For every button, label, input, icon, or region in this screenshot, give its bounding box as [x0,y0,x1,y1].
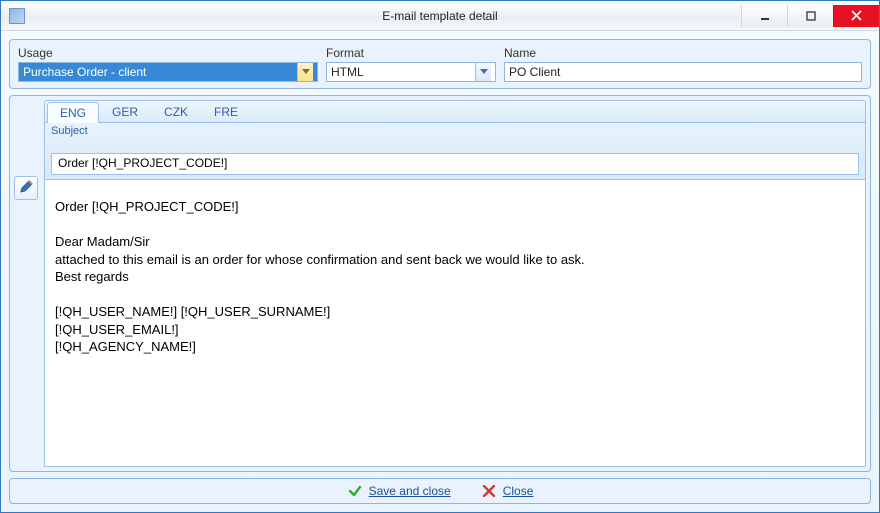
usage-field: Usage Purchase Order - client [18,46,318,82]
format-select[interactable]: HTML [326,62,496,82]
check-icon [347,483,363,499]
usage-select[interactable]: Purchase Order - client [18,62,318,82]
footer-bar: Save and close Close [9,478,871,504]
name-input[interactable]: PO Client [504,62,862,82]
pencil-icon [19,180,33,197]
toolbar-spacer [14,100,40,174]
minimize-button[interactable] [741,5,787,27]
editor-main: ENG GER CZK FRE Subject Order [!QH_PROJE… [44,100,866,467]
titlebar: E-mail template detail [1,1,879,31]
subject-value: Order [!QH_PROJECT_CODE!] [58,156,227,170]
language-tabs: ENG GER CZK FRE [44,100,866,122]
x-icon [481,483,497,499]
tab-ger[interactable]: GER [99,101,151,122]
side-toolbar [14,100,40,467]
format-value: HTML [331,65,364,79]
template-fields-panel: Usage Purchase Order - client Format HTM… [9,39,871,89]
format-label: Format [326,46,496,60]
save-label: Save and close [369,484,451,498]
name-label: Name [504,46,862,60]
usage-label: Usage [18,46,318,60]
close-label: Close [503,484,534,498]
tab-eng[interactable]: ENG [47,102,99,123]
app-icon [9,8,25,24]
name-value: PO Client [509,65,560,79]
close-button[interactable]: Close [481,483,534,499]
format-field: Format HTML [326,46,496,82]
editor-panel: ENG GER CZK FRE Subject Order [!QH_PROJE… [9,95,871,472]
tab-czk[interactable]: CZK [151,101,201,122]
dropdown-icon [475,63,491,81]
save-and-close-button[interactable]: Save and close [347,483,451,499]
subject-label: Subject [51,125,859,137]
close-window-button[interactable] [833,5,879,27]
subject-section: Subject Order [!QH_PROJECT_CODE!] [44,122,866,180]
subject-input[interactable]: Order [!QH_PROJECT_CODE!] [51,153,859,175]
client-area: Usage Purchase Order - client Format HTM… [9,39,871,504]
tab-fre[interactable]: FRE [201,101,251,122]
email-template-detail-window: E-mail template detail Usage Purchase Or… [0,0,880,513]
edit-button[interactable] [14,176,38,200]
name-field: Name PO Client [504,46,862,82]
usage-value: Purchase Order - client [23,65,146,79]
window-controls [741,5,879,27]
maximize-button[interactable] [787,5,833,27]
dropdown-icon [297,63,313,81]
body-textarea[interactable]: Order [!QH_PROJECT_CODE!] Dear Madam/Sir… [44,180,866,467]
